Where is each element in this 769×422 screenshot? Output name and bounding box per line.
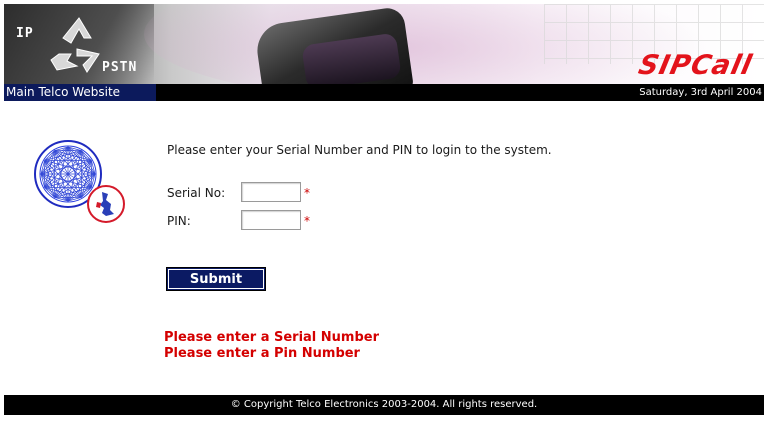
footer-copyright: © Copyright Telco Electronics 2003-2004.… [4,395,764,415]
pin-input[interactable] [241,210,301,230]
pin-error-message: Please enter a Pin Number [164,346,360,361]
pin-required-marker: * [304,214,310,228]
globe-network-icon [34,140,125,223]
current-date: Saturday, 3rd April 2004 [639,87,762,98]
uk-map-badge-icon [87,185,125,223]
pin-label: PIN: [167,214,191,228]
login-instructions: Please enter your Serial Number and PIN … [167,143,552,157]
serial-number-input[interactable] [241,182,301,202]
serial-error-message: Please enter a Serial Number [164,330,380,345]
ip-brand-text: IP [16,26,34,41]
sipcall-logo: SIPCall [635,50,756,81]
main-telco-website-link[interactable]: Main Telco Website [4,84,156,101]
header-banner: IP PSTN SIPCall [4,4,764,84]
submit-button[interactable]: Submit [166,267,266,291]
serial-required-marker: * [304,186,310,200]
top-bar: Main Telco Website Saturday, 3rd April 2… [4,84,764,101]
pstn-brand-text: PSTN [102,60,138,75]
recycle-icon [50,17,100,73]
serial-number-label: Serial No: [167,186,226,200]
